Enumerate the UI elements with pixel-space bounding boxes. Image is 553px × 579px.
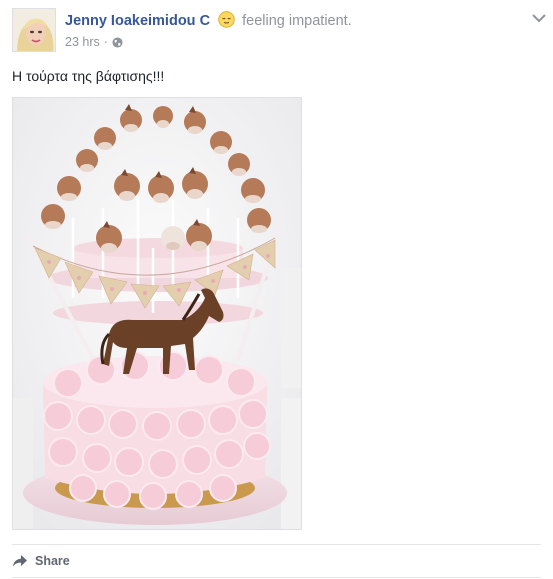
post-header: Jenny Ioakeimidou C feeling impatient.: [65, 11, 352, 29]
post-options-chevron-icon[interactable]: [532, 10, 546, 23]
post-timestamp[interactable]: 23 hrs: [65, 35, 100, 49]
actions-divider: [12, 544, 541, 545]
post-bottom-border: [12, 577, 541, 578]
share-arrow-icon: [12, 554, 28, 568]
meta-separator: ·: [103, 35, 108, 49]
share-label: Share: [35, 554, 70, 568]
author-avatar[interactable]: [12, 8, 56, 52]
globe-icon[interactable]: [112, 36, 123, 48]
feeling-text: feeling impatient.: [242, 13, 352, 29]
post-text: Η τούρτα της βάφτισης!!!: [12, 68, 165, 84]
share-button[interactable]: Share: [12, 552, 70, 570]
author-name[interactable]: Jenny Ioakeimidou C: [65, 13, 210, 29]
post-meta: 23 hrs ·: [65, 35, 123, 49]
post-card: Jenny Ioakeimidou C feeling impatient. 2…: [0, 0, 553, 579]
cake-photo[interactable]: [12, 97, 302, 530]
relieved-face-icon: [218, 11, 235, 28]
